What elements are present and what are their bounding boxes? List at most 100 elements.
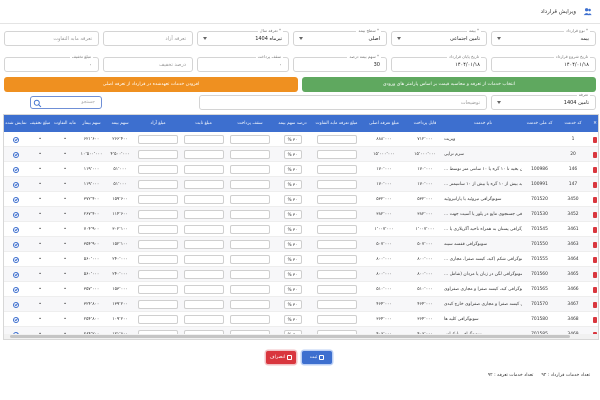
- free-amount-field[interactable]: [138, 255, 178, 264]
- fixed-amount-field[interactable]: [183, 315, 224, 324]
- diff-tariff-field[interactable]: [316, 150, 357, 159]
- free-amount-field[interactable]: [138, 135, 178, 144]
- free-amount-field[interactable]: [138, 285, 178, 294]
- free-amount-field[interactable]: [138, 165, 178, 174]
- fixed-amount-field[interactable]: [183, 210, 224, 219]
- payment-cap-field[interactable]: [230, 285, 270, 294]
- insurance-percent-field[interactable]: % ۳۰: [283, 240, 302, 249]
- diff-tariff-field[interactable]: [316, 195, 357, 204]
- check-circle-icon[interactable]: [13, 136, 19, 143]
- payment-cap-field[interactable]: [230, 195, 270, 204]
- fixed-amount-field[interactable]: [183, 255, 224, 264]
- diff-tariff-field[interactable]: [316, 165, 357, 174]
- close-icon[interactable]: ✕: [590, 115, 598, 132]
- insurance-percent-field[interactable]: % ۳۰: [283, 135, 302, 144]
- free-amount-field[interactable]: [138, 270, 178, 279]
- table-row[interactable]: 1 ویزیت ۷۱۲٬۰۰۰ ۸۸۸٬۰۰۰ % ۳۰ ۲۶۶٬۴۰۰ ۶۲۱٬۶۰۰ • •: [4, 132, 598, 147]
- free-amount-field[interactable]: [138, 240, 178, 249]
- fixed-amount-field[interactable]: [183, 135, 224, 144]
- check-circle-icon[interactable]: [13, 286, 19, 293]
- delete-icon[interactable]: [593, 211, 597, 218]
- diff-tariff-field[interactable]: [316, 135, 357, 144]
- table-row[interactable]: 3463 701550 سونوگرافی قفسه سینه ۵۰۷٬۰۰۰ ۵۰۷٬…: [4, 237, 598, 252]
- free-tariff-input[interactable]: تعرفه آزاد: [103, 31, 193, 46]
- payment-cap-field[interactable]: [230, 300, 270, 309]
- check-circle-icon[interactable]: [13, 196, 19, 203]
- table-row[interactable]: 3452 701530 سونوگرافی جستجوی مایع در پلور …: [4, 207, 598, 222]
- insurance-percent-field[interactable]: % ۳۰: [283, 300, 302, 309]
- insurance-share-input[interactable]: سهم بیمه درصد * 30: [293, 54, 387, 72]
- delete-icon[interactable]: [593, 256, 597, 263]
- fixed-amount-field[interactable]: [183, 195, 224, 204]
- payment-cap-field[interactable]: [230, 150, 270, 159]
- tariff-select[interactable]: تعرفه تامین 1404: [491, 92, 596, 110]
- free-amount-field[interactable]: [138, 300, 178, 309]
- free-amount-field[interactable]: [138, 180, 178, 189]
- diff-tariff-field[interactable]: [316, 225, 357, 234]
- insurance-level-select[interactable]: سطح بیمه * اصلی: [293, 28, 387, 46]
- payment-cap-field[interactable]: [230, 135, 270, 144]
- free-amount-field[interactable]: [138, 225, 178, 234]
- insurance-percent-field[interactable]: % ۳۰: [283, 195, 302, 204]
- diff-tariff-field[interactable]: [316, 300, 357, 309]
- payment-cap-field[interactable]: [230, 255, 270, 264]
- insurance-percent-field[interactable]: % ۳۰: [283, 210, 302, 219]
- fixed-amount-field[interactable]: [183, 150, 224, 159]
- select-services-bar[interactable]: انتخاب خدمات از تعرفه و محاسبه قیمت بر ا…: [302, 77, 596, 92]
- diff-tariff-field[interactable]: [316, 210, 357, 219]
- insurance-percent-field[interactable]: % ۳۰: [283, 315, 302, 324]
- delete-icon[interactable]: [593, 286, 597, 293]
- check-circle-icon[interactable]: [13, 226, 19, 233]
- fixed-amount-field[interactable]: [183, 240, 224, 249]
- start-date-input[interactable]: تاریخ شروع قرارداد ۱۴۰۴/۰۱/۱۸: [491, 54, 596, 72]
- table-row[interactable]: 3467 701570 سونوگرافی کیسه صفرا و مجاری صف…: [4, 297, 598, 312]
- fixed-amount-field[interactable]: [183, 165, 224, 174]
- table-row[interactable]: 3466 701565 سونوگرافی کبد، کیسه صفرا و مجا…: [4, 282, 598, 297]
- free-amount-field[interactable]: [138, 195, 178, 204]
- insurance-percent-field[interactable]: % ۳۰: [283, 150, 302, 159]
- fixed-amount-field[interactable]: [183, 270, 224, 279]
- table-row[interactable]: 3461 701545 سونوگرافی پستان به همراه ناحیه…: [4, 222, 598, 237]
- table-row[interactable]: 3450 701520 سونوگرافی تیروئید یا پاراتیروئ…: [4, 192, 598, 207]
- diff-tariff-field[interactable]: [316, 180, 357, 189]
- delete-icon[interactable]: [593, 136, 597, 143]
- table-row[interactable]: 3468 701580 سونوگرافی کلیه ها ۳۶۴٬۰۰۰ ۳۶۴٬۰۰…: [4, 312, 598, 327]
- notes-input[interactable]: توضیحات: [199, 95, 487, 110]
- check-circle-icon[interactable]: [13, 256, 19, 263]
- insurance-percent-field[interactable]: % ۳۰: [283, 270, 302, 279]
- diff-tariff-field[interactable]: [316, 255, 357, 264]
- table-row[interactable]: 20 سرم تراپی ۱۵٬۰۰۰٬۰۰۰ ۱۵٬۰۰۰٬۰۰۰ % ۳۰ ۴٬۵۰۰…: [4, 147, 598, 162]
- delete-icon[interactable]: [593, 316, 597, 323]
- delete-icon[interactable]: [593, 241, 597, 248]
- payment-cap-field[interactable]: [230, 315, 270, 324]
- fixed-amount-field[interactable]: [183, 225, 224, 234]
- insurance-percent-field[interactable]: % ۳۰: [283, 180, 302, 189]
- horizontal-scrollbar[interactable]: [4, 334, 598, 339]
- table-row[interactable]: 3464 701555 سونوگرافی شکم (کبد، کیسه صفرا،…: [4, 252, 598, 267]
- payment-cap-field[interactable]: [230, 210, 270, 219]
- table-row[interactable]: 147 100991 کشیدن بخیه بیش از ۱۰ گره یا بیش…: [4, 177, 598, 192]
- insurance-select[interactable]: بیمه * تامین اجتماعی: [391, 28, 487, 46]
- check-circle-icon[interactable]: [13, 241, 19, 248]
- check-circle-icon[interactable]: [13, 166, 19, 173]
- delete-icon[interactable]: [593, 271, 597, 278]
- check-circle-icon[interactable]: [13, 181, 19, 188]
- payment-cap-field[interactable]: [230, 165, 270, 174]
- diff-tariff-field[interactable]: [316, 240, 357, 249]
- payment-cap-field[interactable]: [230, 180, 270, 189]
- payment-cap-field[interactable]: [230, 240, 270, 249]
- payment-cap-input[interactable]: سقف پرداخت ۰: [197, 54, 289, 72]
- free-amount-field[interactable]: [138, 315, 178, 324]
- tariff-year-select[interactable]: تعرفه سال * تیرماه 1404: [197, 28, 289, 46]
- delete-icon[interactable]: [593, 301, 597, 308]
- check-circle-icon[interactable]: [13, 151, 19, 158]
- payment-cap-field[interactable]: [230, 225, 270, 234]
- diff-tariff-field[interactable]: [316, 270, 357, 279]
- free-amount-field[interactable]: [138, 150, 178, 159]
- free-amount-field[interactable]: [138, 210, 178, 219]
- table-row[interactable]: 146 100986 کشیدن بخیه تا ۱۰ گره یا ۱۰ سانت…: [4, 162, 598, 177]
- insurance-percent-field[interactable]: % ۳۰: [283, 165, 302, 174]
- check-circle-icon[interactable]: [13, 301, 19, 308]
- contract-type-select[interactable]: نوع قرارداد * بیمه: [491, 28, 596, 46]
- check-circle-icon[interactable]: [13, 211, 19, 218]
